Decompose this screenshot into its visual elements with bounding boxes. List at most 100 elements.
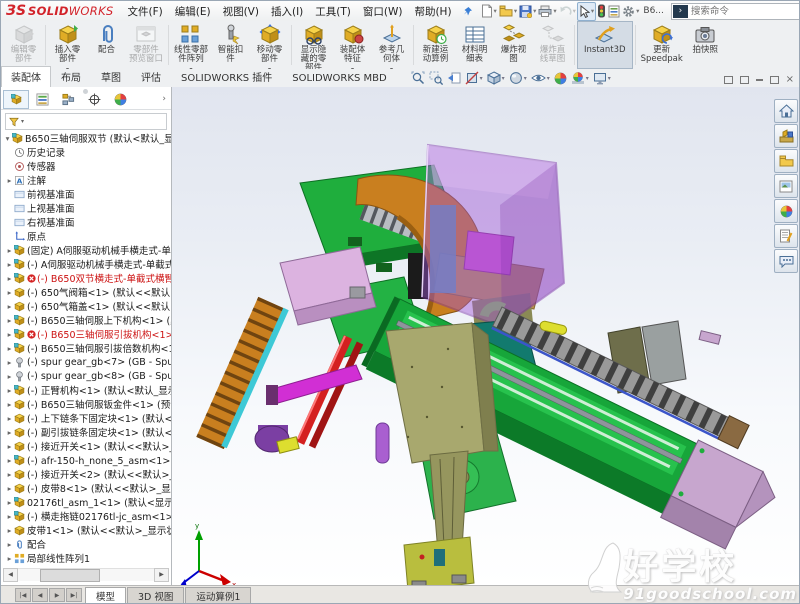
ribbon-show-hidden-components-button[interactable]: 显示隐藏的零部件 <box>294 21 333 69</box>
tree-expander-icon[interactable]: ▸ <box>5 176 14 185</box>
menu-item-help[interactable]: 帮助(H) <box>408 3 457 20</box>
tree-expander-icon[interactable]: ▸ <box>5 428 14 437</box>
tab-scroll-button-1[interactable]: ◀ <box>32 588 48 602</box>
tree-item[interactable]: ▸02176tl_asm_1<1> (默认<显示状态-1>) <box>1 495 171 509</box>
scroll-right-button[interactable]: ▶ <box>154 568 169 582</box>
tree-item[interactable]: 上视基准面 <box>1 201 171 215</box>
ribbon-exploded-view-button[interactable]: 爆炸视图 <box>494 21 533 69</box>
view-orientation-icon[interactable]: ▾ <box>487 71 505 85</box>
tree-expander-icon[interactable]: ▸ <box>5 456 14 465</box>
section-view-caret[interactable]: ▾ <box>480 75 483 82</box>
tree-expander-icon[interactable]: ▸ <box>5 526 14 535</box>
open-document-icon[interactable]: ▾ <box>498 3 518 20</box>
tree-item[interactable]: ▸(固定) A伺服驱动机械手横走式-单截式65 <box>1 243 171 257</box>
doc-tile-icon[interactable] <box>740 76 749 84</box>
doc-restore-button[interactable] <box>770 76 779 84</box>
view-settings-icon[interactable]: ▾ <box>593 72 611 85</box>
ribbon-bill-of-materials-button[interactable]: 材料明细表 <box>455 21 494 69</box>
menu-item-file[interactable]: 文件(F) <box>122 3 169 20</box>
new-document-caret[interactable]: ▾ <box>494 7 497 15</box>
tree-item[interactable]: ▸(-) B650双节横走式-单截式横臂机构 <box>1 271 171 285</box>
menu-item-tools[interactable]: 工具(T) <box>309 3 357 20</box>
pin-menu-icon[interactable] <box>463 6 473 17</box>
ribbon-assembly-features-button[interactable]: 装配体特征▾ <box>333 21 372 69</box>
zoom-to-fit-icon[interactable] <box>411 71 425 85</box>
tree-item[interactable]: ▸(-) afr-150-h_none_5_asm<1> (默认<显 <box>1 453 171 467</box>
new-document-icon[interactable]: ▾ <box>480 3 498 20</box>
panel-tab-property-manager[interactable] <box>29 90 55 109</box>
display-style-caret[interactable]: ▾ <box>524 75 527 82</box>
apply-scene-icon[interactable]: ▾ <box>571 71 589 85</box>
zoom-to-area-icon[interactable] <box>429 71 443 85</box>
ribbon-take-snapshot-button[interactable]: 拍快照 <box>686 21 725 69</box>
select-caret[interactable]: ▾ <box>591 7 594 15</box>
hide-show-items-caret[interactable]: ▾ <box>547 75 550 82</box>
tree-expander-icon[interactable]: ▸ <box>5 554 14 563</box>
tree-item[interactable]: ▸(-) 横走拖链02176tl-jc_asm<1> (默认< <box>1 509 171 523</box>
doc-close-button[interactable]: × <box>786 76 794 84</box>
tree-filter-field[interactable]: ▾ <box>5 113 167 130</box>
hide-show-items-icon[interactable]: ▾ <box>531 72 550 84</box>
ribbon-linear-component-pattern-button[interactable]: 线性零部件阵列▾ <box>171 21 211 69</box>
menu-item-view[interactable]: 视图(V) <box>217 3 265 20</box>
view-orientation-caret[interactable]: ▾ <box>502 75 505 82</box>
tree-expander-icon[interactable]: ▸ <box>5 274 14 283</box>
tree-item[interactable]: ▸(-) 接近开关<2> (默认<<默认>_显示状态 <box>1 467 171 481</box>
tree-expander-icon[interactable]: ▸ <box>5 372 14 381</box>
ribbon-reference-geometry-button[interactable]: 参考几何体▾ <box>372 21 411 69</box>
tree-item[interactable]: ▸(-) 650气阀箱<1> (默认<<默认>_显示状 <box>1 285 171 299</box>
tree-item[interactable]: ▸局部线性阵列1 <box>1 551 171 564</box>
menu-item-edit[interactable]: 编辑(E) <box>169 3 217 20</box>
select-icon[interactable]: ▾ <box>577 2 596 21</box>
bottom-tab-motion-study[interactable]: 运动算例1 <box>185 587 251 603</box>
tree-item[interactable]: ▸(-) B650三轴伺服引拔倍数机构<1> (默认 <box>1 341 171 355</box>
scrollbar-track[interactable] <box>18 568 154 581</box>
tree-expander-icon[interactable]: ▸ <box>5 540 14 549</box>
tab-草图[interactable]: 草图 <box>91 66 131 87</box>
tree-expander-icon[interactable]: ▸ <box>5 400 14 409</box>
tree-item[interactable]: ▸(-) 上下链条下固定块<1> (默认<<默认> <box>1 411 171 425</box>
search-input[interactable] <box>689 5 799 18</box>
tab-scroll-button-0[interactable]: |◀ <box>15 588 31 602</box>
tree-expander-icon[interactable]: ▾ <box>3 134 12 143</box>
tab-scroll-button-3[interactable]: ▶| <box>66 588 82 602</box>
tab-scroll-button-2[interactable]: ▶ <box>49 588 65 602</box>
view-settings-caret[interactable]: ▾ <box>608 75 611 82</box>
menu-item-insert[interactable]: 插入(I) <box>265 3 309 20</box>
taskpane-tab-view-palette[interactable] <box>774 174 798 198</box>
graphics-viewport[interactable]: y x z <box>172 87 799 586</box>
tree-item[interactable]: ▸(-) A伺服驱动机械手横走式-单截式650马 <box>1 257 171 271</box>
document-name-abbrev[interactable]: B6... <box>643 6 663 16</box>
tree-expander-icon[interactable]: ▸ <box>5 484 14 493</box>
taskpane-tab-design-library[interactable] <box>774 124 798 148</box>
tree-expander-icon[interactable]: ▸ <box>5 498 14 507</box>
apply-scene-caret[interactable]: ▾ <box>586 75 589 82</box>
ribbon-instant3d-button[interactable]: Instant3D <box>577 21 633 69</box>
tree-item[interactable]: ▸皮带1<1> (默认<<默认>_显示状态 1>) <box>1 523 171 537</box>
doc-minimize-button[interactable] <box>756 79 763 81</box>
tree-item[interactable]: 原点 <box>1 229 171 243</box>
tree-item[interactable]: ▸(-) B650三轴伺服钣金件<1> (预设<<预 <box>1 397 171 411</box>
tree-expander-icon[interactable]: ▸ <box>5 470 14 479</box>
tree-expander-icon[interactable]: ▸ <box>5 330 14 339</box>
print-document-icon[interactable]: ▾ <box>537 3 557 20</box>
tree-expander-icon[interactable]: ▸ <box>5 260 14 269</box>
panel-tab-display-manager[interactable] <box>107 90 133 109</box>
open-document-caret[interactable]: ▾ <box>514 7 517 15</box>
doc-cascade-icon[interactable] <box>724 76 733 84</box>
tree-item[interactable]: ▸(-) spur gear_gb<7> (GB - Spur gear <box>1 355 171 369</box>
tree-item[interactable]: 前视基准面 <box>1 187 171 201</box>
scroll-left-button[interactable]: ◀ <box>3 568 18 582</box>
ribbon-move-component-button[interactable]: 移动零部件▾ <box>250 21 289 69</box>
save-document-icon[interactable]: ▾ <box>518 3 537 20</box>
taskpane-tab-solidworks-forum[interactable] <box>774 249 798 273</box>
tree-item[interactable]: ▸(-) 650气箱盖<1> (默认<<默认>_显示状 <box>1 299 171 313</box>
menu-item-window[interactable]: 窗口(W) <box>357 3 409 20</box>
ribbon-update-speedpak-button[interactable]: 更新Speedpak <box>638 21 686 69</box>
taskpane-tab-appearances-scenes[interactable] <box>774 199 798 223</box>
ribbon-mate-button[interactable]: 配合 <box>87 21 126 69</box>
tree-item[interactable]: 传感器 <box>1 159 171 173</box>
panel-tab-configuration-manager[interactable] <box>55 90 81 109</box>
previous-view-icon[interactable] <box>447 71 461 85</box>
search-scope-icon[interactable]: › <box>673 5 688 18</box>
